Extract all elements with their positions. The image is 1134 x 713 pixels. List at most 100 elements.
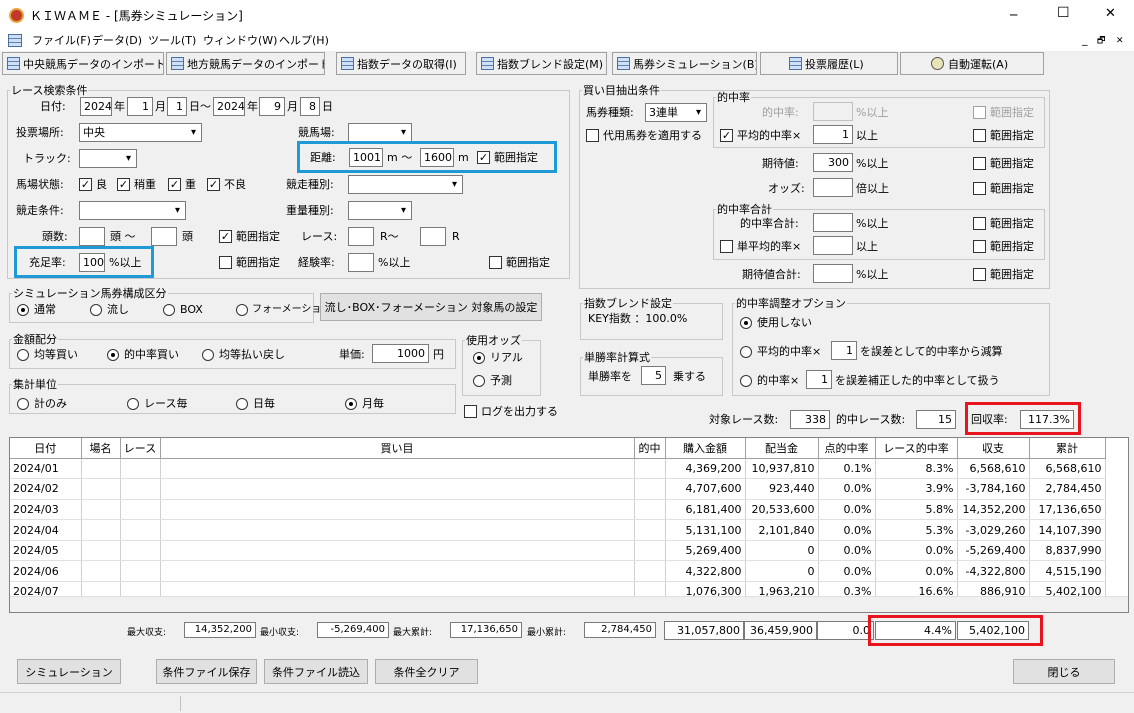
menu-help[interactable]: ヘルプ(H) [279,34,329,48]
column-header[interactable]: 買い目 [160,438,635,459]
target-horse-button[interactable]: 流し･BOX･フォーメーション 対象馬の設定 [320,293,542,321]
track-select[interactable] [79,149,137,168]
ticket-type-select[interactable]: 3連単 [645,103,707,122]
mdi-minimize-button[interactable]: _ [1082,33,1088,47]
race-type-select[interactable] [348,175,463,194]
single-avg-range-checkbox[interactable] [973,240,986,253]
maximize-button[interactable]: ☐ [1057,6,1070,20]
log-output-checkbox[interactable] [464,405,477,418]
win-rate-input[interactable]: 5 [641,366,666,385]
agg-day-radio[interactable] [236,398,248,410]
table-row[interactable]: 2024/04 5,131,100 2,101,840 0.0% 5.3% -3,029,… [10,519,1106,541]
sim-box-radio[interactable] [163,304,175,316]
to-year-input[interactable]: 2024 [213,97,245,116]
money-even-radio[interactable] [17,349,29,361]
clear-condition-button[interactable]: 条件全クリア [375,659,478,684]
agg-total-radio[interactable] [17,398,29,410]
avg-hit-input[interactable]: 1 [813,125,853,144]
hit-rate-range-checkbox[interactable] [973,106,986,119]
adj-subtract-radio[interactable] [740,346,752,358]
mdi-close-button[interactable]: ✕ [1116,34,1124,48]
expect-range-checkbox[interactable] [973,157,986,170]
race-no-from-input[interactable] [348,227,374,246]
menu-file[interactable]: ファイル(F) [32,34,91,48]
avg-hit-range-checkbox[interactable] [973,129,986,142]
auto-run-button[interactable]: 自動運転(A) [900,52,1044,75]
column-header[interactable]: 日付 [10,438,82,459]
exp-rate-input[interactable] [348,253,374,272]
adj-subtract-input[interactable]: 1 [831,341,857,360]
money-hit-radio[interactable] [107,349,119,361]
column-header[interactable]: 購入金額 [665,438,746,459]
fetch-index-button[interactable]: 指数データの取得(I) [336,52,466,75]
fill-rate-input[interactable]: 100 [79,253,105,272]
hit-rate-input[interactable] [813,102,853,121]
to-month-input[interactable]: 9 [259,97,285,116]
minimize-button[interactable]: ─ [1010,8,1017,22]
race-cond-select[interactable] [79,201,186,220]
adj-none-radio[interactable] [740,317,752,329]
course-select[interactable] [348,123,412,142]
column-header[interactable]: 場名 [81,438,121,459]
table-row[interactable]: 2024/03 6,181,400 20,533,600 0.0% 5.8% 14,352… [10,499,1106,521]
menu-data[interactable]: データ(D) [92,34,142,48]
table-row[interactable]: 2024/06 4,322,800 0 0.0% 0.0% -4,322,800 4,515… [10,560,1106,583]
odds-range-checkbox[interactable] [973,182,986,195]
mdi-restore-button[interactable]: 🗗 [1097,34,1105,48]
to-day-input[interactable]: 8 [300,97,320,116]
column-header[interactable]: 点的中率 [818,438,876,459]
sum-hit-input[interactable] [813,213,853,232]
sim-nagashi-radio[interactable] [90,304,102,316]
ticket-simulation-button[interactable]: 馬券シミュレーション(B) [612,52,757,75]
money-payout-radio[interactable] [202,349,214,361]
column-header[interactable]: レース [120,438,161,459]
column-header[interactable]: レース的中率 [875,438,958,459]
expect-input[interactable]: 300 [813,153,853,172]
avg-hit-checkbox[interactable]: ✓ [720,129,733,142]
odds-predict-radio[interactable] [473,375,485,387]
import-nar-button[interactable]: 地方競馬データのインポート(N) [166,52,325,75]
menu-tools[interactable]: ツール(T) [148,34,196,48]
import-jra-button[interactable]: 中央競馬データのインポート(J) [2,52,164,75]
agg-race-radio[interactable] [127,398,139,410]
single-avg-checkbox[interactable] [720,240,733,253]
vote-history-button[interactable]: 投票履歴(L) [760,52,898,75]
column-header[interactable]: 累計 [1029,438,1106,459]
venue-select[interactable]: 中央 [79,123,202,142]
exp-range-checkbox[interactable] [489,256,502,269]
save-condition-button[interactable]: 条件ファイル保存 [156,659,257,684]
results-table[interactable]: 日付 場名 レース 買い目 的中 購入金額 配当金 点的中率 レース的中率 収支 累計 2024/0… [9,437,1129,613]
heads-from-input[interactable] [79,227,105,246]
weight-select[interactable] [348,201,412,220]
menu-window[interactable]: ウィンドウ(W) [203,34,277,48]
index-blend-button[interactable]: 指数ブレンド設定(M) [476,52,607,75]
sim-normal-radio[interactable] [17,304,29,316]
condition-bad-checkbox[interactable]: ✓ [207,178,220,191]
unit-price-input[interactable]: 1000 [372,344,429,363]
from-day-input[interactable]: 1 [167,97,187,116]
table-row[interactable]: 2024/05 5,269,400 0 0.0% 0.0% -5,269,400 8,837… [10,540,1106,562]
column-header[interactable]: 配当金 [745,438,819,459]
distance-to-input[interactable]: 1600 [420,148,454,167]
horizontal-scrollbar[interactable] [10,596,1128,612]
condition-slightly-heavy-checkbox[interactable]: ✓ [117,178,130,191]
close-form-button[interactable]: 閉じる [1013,659,1115,684]
expect-sum-range-checkbox[interactable] [973,268,986,281]
table-row[interactable]: 2024/01 4,369,200 10,937,810 0.1% 8.3% 6,568,… [10,458,1106,480]
load-condition-button[interactable]: 条件ファイル読込 [264,659,368,684]
expect-sum-input[interactable] [813,264,853,283]
heads-range-checkbox[interactable]: ✓ [219,230,232,243]
simulate-button[interactable]: シミュレーション [17,659,121,684]
fill-range-checkbox[interactable] [219,256,232,269]
sum-hit-range-checkbox[interactable] [973,217,986,230]
distance-from-input[interactable]: 1001 [349,148,383,167]
distance-range-checkbox[interactable]: ✓ [477,151,490,164]
sim-formation-radio[interactable] [236,304,248,316]
odds-real-radio[interactable] [473,352,485,364]
race-no-to-input[interactable] [420,227,446,246]
substitute-checkbox[interactable] [586,129,599,142]
condition-good-checkbox[interactable]: ✓ [79,178,92,191]
adj-correct-input[interactable]: 1 [806,370,832,389]
table-row[interactable]: 2024/02 4,707,600 923,440 0.0% 3.9% -3,784,16… [10,478,1106,500]
heads-to-input[interactable] [151,227,177,246]
